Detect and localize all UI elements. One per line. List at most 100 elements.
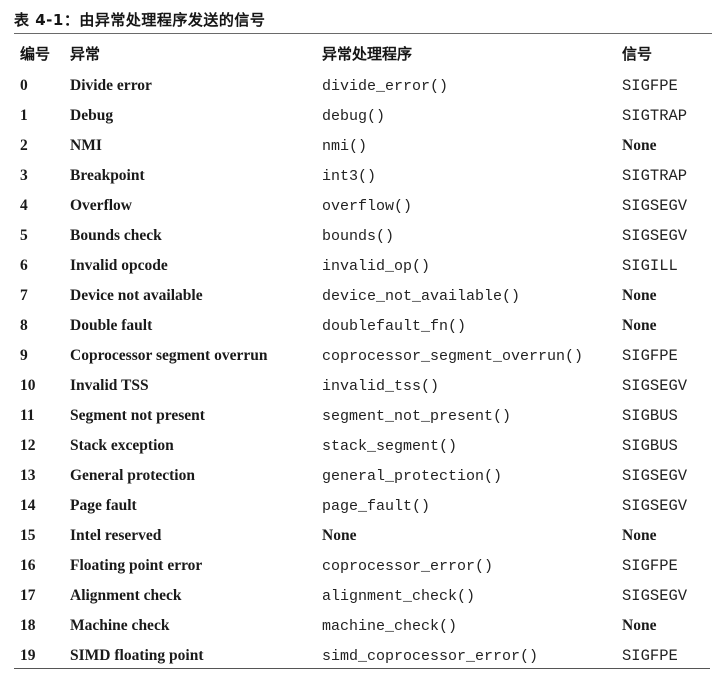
table-row: 12 Stack exception stack_segment() SIGBUS [0,431,719,461]
handler-name: coprocessor_segment_overrun() [322,347,584,365]
handler-name: coprocessor_error() [322,557,494,575]
exception-name: NMI [70,137,102,154]
signal-name: SIGFPE [622,347,678,365]
handler-name: simd_coprocessor_error() [322,647,539,665]
handler-name: machine_check() [322,617,458,635]
handler-name: device_not_available() [322,287,521,305]
handler-name: bounds() [322,227,395,245]
exception-name: Bounds check [70,227,162,244]
row-number: 16 [20,557,36,574]
signal-name: SIGSEGV [622,467,688,485]
table-row: 16 Floating point error coprocessor_error(… [0,551,719,581]
handler-name: general_protection() [322,467,503,485]
row-number: 5 [20,227,28,244]
signal-name: SIGBUS [622,437,678,455]
handler-name: segment_not_present() [322,407,512,425]
handler-name: debug() [322,107,386,125]
table-row: 4 Overflow overflow() SIGSEGV [0,191,719,221]
signal-name: SIGBUS [622,407,678,425]
exception-name: Floating point error [70,557,203,574]
row-number: 11 [20,407,35,424]
signal-name: None [622,527,657,544]
exception-name: Page fault [70,497,137,514]
row-number: 4 [20,197,28,214]
signal-name: SIGSEGV [622,587,688,605]
signal-name: SIGFPE [622,77,678,95]
exception-name: General protection [70,467,195,484]
signal-name: SIGTRAP [622,107,688,125]
header-exception: 异常 [70,44,101,63]
exception-name: Intel reserved [70,527,162,544]
exception-name: Coprocessor segment overrun [70,347,268,364]
signal-name: SIGSEGV [622,377,688,395]
exception-name: Invalid opcode [70,257,168,274]
table-bottom-rule [14,668,710,669]
exception-name: Device not available [70,287,203,304]
table-row: 15 Intel reserved None None [0,521,719,551]
handler-name: nmi() [322,137,368,155]
table-header-row: 编号 异常 异常处理程序 信号 [0,38,719,68]
row-number: 18 [20,617,36,634]
table-row: 7 Device not available device_not_availabl… [0,281,719,311]
header-handler: 异常处理程序 [322,44,413,63]
table-row: 19 SIMD floating point simd_coprocessor_er… [0,641,719,671]
table-row: 11 Segment not present segment_not_present… [0,401,719,431]
exception-name: Machine check [70,617,170,634]
table-body: 0 Divide error divide_error() SIGFPE 1 Debug d… [0,71,719,671]
row-number: 10 [20,377,36,394]
exception-name: Segment not present [70,407,205,424]
handler-name: stack_segment() [322,437,458,455]
handler-name: page_fault() [322,497,431,515]
table-row: 1 Debug debug() SIGTRAP [0,101,719,131]
handler-name: divide_error() [322,77,449,95]
row-number: 8 [20,317,28,334]
exception-name: Stack exception [70,437,174,454]
handler-name: invalid_op() [322,257,431,275]
row-number: 2 [20,137,28,154]
header-number: 编号 [20,44,51,63]
handler-name: alignment_check() [322,587,476,605]
row-number: 17 [20,587,36,604]
row-number: 0 [20,77,28,94]
table-caption: 表 4-1：由异常处理程序发送的信号 [14,11,266,29]
table-row: 10 Invalid TSS invalid_tss() SIGSEGV [0,371,719,401]
exception-name: Debug [70,107,114,124]
row-number: 13 [20,467,36,484]
exception-name: Divide error [70,77,152,94]
table-row: 14 Page fault page_fault() SIGSEGV [0,491,719,521]
signal-name: SIGTRAP [622,167,688,185]
signal-name: None [622,317,657,334]
signal-name: SIGSEGV [622,197,688,215]
row-number: 6 [20,257,28,274]
row-number: 7 [20,287,28,304]
signal-name: SIGILL [622,257,678,275]
table-row: 17 Alignment check alignment_check() SIGSEG… [0,581,719,611]
table-row: 18 Machine check machine_check() None [0,611,719,641]
signal-name: None [622,137,657,154]
signal-name: SIGFPE [622,647,678,665]
exception-name: Invalid TSS [70,377,149,394]
header-signal: 信号 [622,44,653,63]
handler-name: int3() [322,167,377,185]
table-row: 3 Breakpoint int3() SIGTRAP [0,161,719,191]
signal-name: None [622,617,657,634]
table-row: 8 Double fault doublefault_fn() None [0,311,719,341]
signal-name: SIGFPE [622,557,678,575]
exception-name: Overflow [70,197,132,214]
signal-name: SIGSEGV [622,497,688,515]
exception-name: SIMD floating point [70,647,204,664]
table-row: 6 Invalid opcode invalid_op() SIGILL [0,251,719,281]
exception-name: Alignment check [70,587,182,604]
row-number: 9 [20,347,28,364]
exception-name: Breakpoint [70,167,145,184]
row-number: 12 [20,437,36,454]
table-row: 13 General protection general_protection()… [0,461,719,491]
signal-name: SIGSEGV [622,227,688,245]
handler-name: None [322,527,357,544]
row-number: 19 [20,647,36,664]
table-row: 5 Bounds check bounds() SIGSEGV [0,221,719,251]
table-top-rule [14,33,712,34]
table-row: 2 NMI nmi() None [0,131,719,161]
exception-name: Double fault [70,317,153,334]
row-number: 14 [20,497,36,514]
